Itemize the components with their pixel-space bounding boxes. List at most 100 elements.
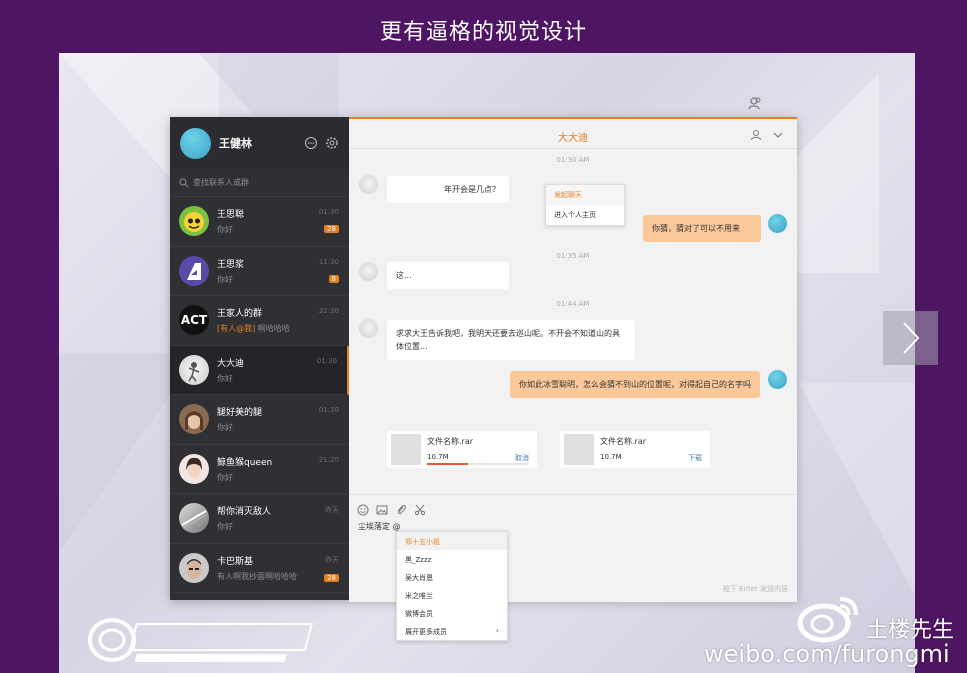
contact-name: 帮你消灭敌人 [217, 507, 272, 518]
message-bubble-outgoing: 你如此冰雪聪明，怎么会猜不到山的位置呢，对得起自己的名字吗 [510, 371, 760, 398]
avatar[interactable] [768, 214, 787, 233]
contact-item[interactable]: ACT 王家人的群 [有人@我] 啊哈哈哈 22:30 [170, 296, 349, 346]
chat-title: 大大迪 [558, 133, 588, 144]
message-bubble-outgoing: 你猜，猜对了可以不用来 [643, 215, 761, 242]
chat-header: 大大迪 [349, 119, 797, 149]
menu-item-start-chat[interactable]: 发起聊天 [546, 185, 624, 205]
avatar [179, 503, 209, 534]
timestamp: 01:44 AM [556, 300, 590, 308]
contact-last-message: 你好 [217, 472, 233, 482]
avatar[interactable] [359, 319, 378, 338]
contact-last-message: [有人@我] 啊哈哈哈 [217, 323, 340, 334]
image-icon[interactable] [376, 501, 388, 515]
menu-item-view-profile[interactable]: 进入个人主页 [546, 205, 624, 225]
contact-name: 卡巴斯基 [217, 556, 254, 567]
gear-icon[interactable] [325, 136, 339, 150]
file-size: 10.7M [600, 453, 622, 461]
message-input-text[interactable]: 尘埃落定 @ [358, 521, 401, 532]
chevron-right-icon [902, 322, 919, 354]
avatar [179, 453, 209, 484]
contact-last-message: 你好 [217, 373, 233, 383]
message-bubble-incoming: 年开会是几点？ [387, 176, 509, 203]
chevron-right-icon: › [495, 626, 499, 635]
contact-item[interactable]: 腿好美的腿 你好 01:30 [170, 395, 349, 445]
contact-item-active[interactable]: 大大迪 你好 01:30 [170, 345, 349, 395]
message-bubble-incoming: 这... [387, 262, 509, 289]
file-attachment: 文件名称.rar 10.7M 取消 [387, 431, 537, 468]
mention-dropdown: 郑十五小姐 黑_Zzzz 吴大肖恩 米之唯兰 微博会员 展开更多成员 › [396, 531, 508, 641]
avatar: ACT [179, 305, 209, 336]
contact-item[interactable]: 卡巴斯基有人啊我抄面啊哈哈哈 昨天 28 [170, 544, 349, 593]
chat-app-window: 王健林 王思聪你好 01:3028 [170, 117, 797, 602]
contact-last-message: 你好 [217, 423, 233, 433]
chat-panel: 大大迪 01:30 AM 年开会是几点？ 发起聊天 进入个人主页 你猜，猜对了可… [349, 117, 797, 602]
expand-more-members[interactable]: 展开更多成员 › [397, 622, 507, 640]
weibo-url: weibo.com/furongmi [704, 640, 950, 668]
sidebar: 王健林 王思聪你好 01:3028 [170, 117, 349, 600]
contact-context-menu: 发起聊天 进入个人主页 [545, 184, 625, 226]
file-attachment: 文件名称.rar 10.7M 下载 [560, 431, 710, 468]
avatar [179, 552, 209, 583]
mention-option[interactable]: 黑_Zzzz [397, 550, 507, 568]
unread-badge: 8 [328, 274, 339, 283]
profile-header: 王健林 [170, 117, 349, 169]
mention-option[interactable]: 郑十五小姐 [397, 532, 507, 550]
chat-bubble-icon[interactable] [304, 136, 318, 150]
svg-text:ACT: ACT [181, 313, 208, 327]
contact-item[interactable]: 王思聪 你好 01:30 28 [170, 197, 349, 247]
scissors-icon[interactable] [414, 501, 426, 516]
mention-tag: [有人@我] [217, 324, 256, 334]
mention-option[interactable]: 米之唯兰 [397, 586, 507, 604]
contact-last-message-text: 啊哈哈哈 [257, 324, 290, 334]
mention-option[interactable]: 吴大肖恩 [397, 568, 507, 586]
contact-search [170, 169, 349, 197]
contact-time: 21:20 [318, 455, 339, 464]
timestamp: 01:30 AM [556, 156, 590, 164]
file-size: 10.7M [427, 453, 449, 461]
mention-option[interactable]: 微博会员 [397, 604, 507, 622]
file-thumbnail [391, 434, 421, 465]
contact-item[interactable]: 帮你消灭敌人 你好 昨天 [170, 494, 349, 544]
avatar[interactable] [768, 370, 787, 389]
avatar[interactable] [359, 262, 378, 281]
contact-time: 昨天 [325, 506, 339, 514]
file-name: 文件名称.rar [427, 437, 474, 446]
send-hint: 按下 Enter 发送内容 [722, 585, 788, 593]
contact-time: 昨天 [325, 555, 339, 564]
contact-time: 01:30 [318, 208, 339, 216]
chevron-down-icon[interactable] [772, 129, 784, 141]
cancel-download-button[interactable]: 取消 [515, 453, 529, 463]
paperclip-icon[interactable] [395, 501, 407, 515]
avatar [179, 206, 209, 237]
site-logo-watermark [88, 618, 314, 662]
avatar [179, 255, 209, 286]
download-progress-fill [427, 463, 468, 465]
contact-time: 01:30 [316, 356, 337, 365]
contact-time: 11:30 [318, 257, 339, 266]
emoji-icon[interactable] [357, 501, 369, 516]
timestamp: 01:35 AM [556, 252, 590, 260]
unread-badge: 28 [324, 573, 339, 582]
avatar[interactable] [359, 175, 378, 194]
message-bubble-incoming: 求求大王告诉我吧，我明天还要去巡山呢。不开会不知道山的具体位置... [387, 320, 635, 360]
contact-item[interactable]: 王思浆 你好 11:30 8 [170, 247, 349, 296]
contact-last-message: 有人啊我抄面啊哈哈哈 [217, 571, 297, 581]
page-headline: 更有逼格的视觉设计 [379, 20, 587, 45]
file-name: 文件名称.rar [600, 437, 647, 446]
download-progress-bar [427, 463, 529, 465]
next-slide-button[interactable] [883, 311, 938, 365]
avatar [179, 354, 209, 385]
contact-item[interactable]: 鲸鱼猴queen 你好 21:20 [170, 445, 349, 494]
search-input[interactable] [193, 178, 333, 187]
weibo-logo-icon [797, 597, 858, 643]
avatar[interactable] [180, 127, 211, 159]
contacts-icon[interactable] [748, 96, 762, 110]
unread-badge: 28 [324, 225, 339, 233]
contact-time: 01:30 [318, 406, 339, 414]
user-profile-icon[interactable] [750, 129, 762, 141]
contact-time: 22:30 [318, 307, 339, 315]
input-toolbar [357, 501, 433, 516]
avatar [179, 404, 209, 435]
file-thumbnail [564, 434, 594, 465]
download-button[interactable]: 下载 [688, 453, 702, 463]
